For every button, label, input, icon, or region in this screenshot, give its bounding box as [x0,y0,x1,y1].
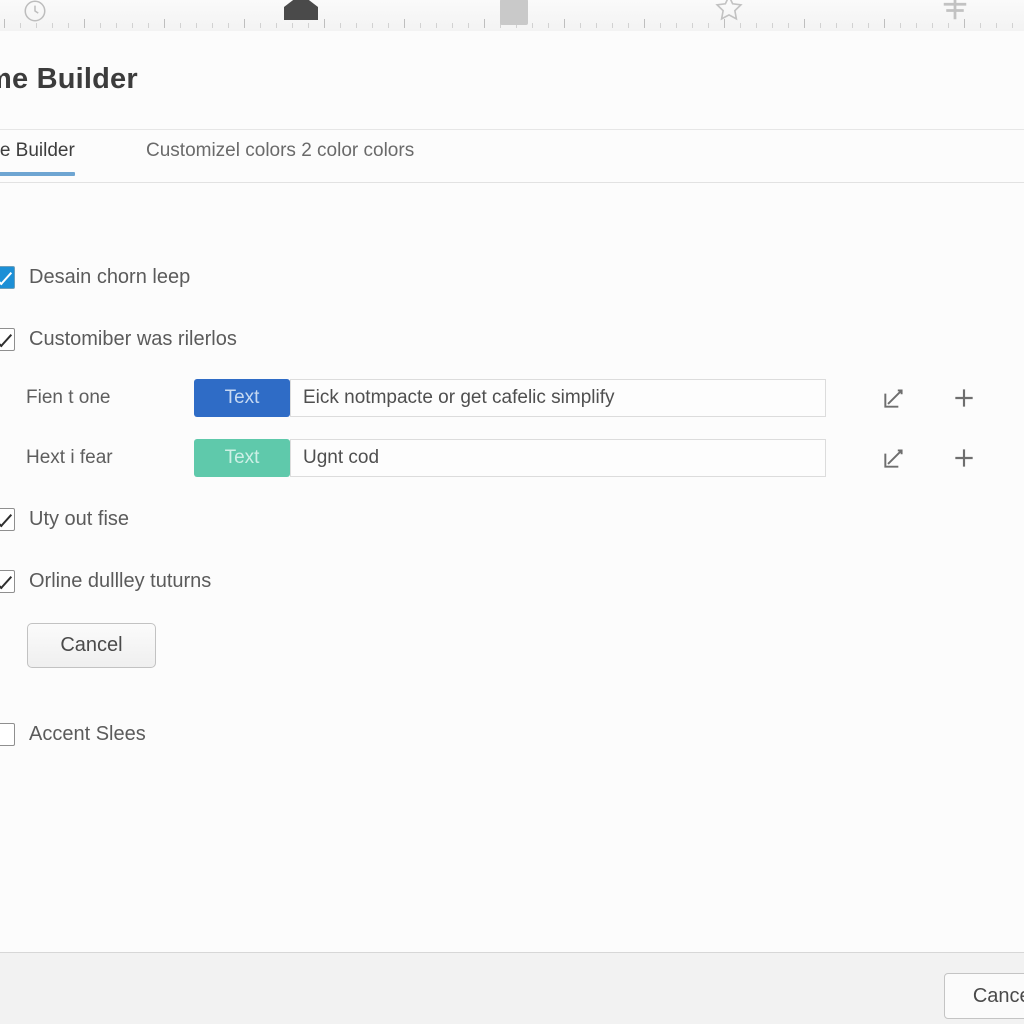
star-icon[interactable] [712,0,746,28]
dialog-footer: Cancel [0,952,1024,1024]
color-row-actions [880,444,978,472]
plus-icon[interactable] [950,384,978,412]
history-icon[interactable] [22,0,48,29]
checkbox-label: Orline dullley tuturns [29,570,212,592]
checkbox-row-design-chorn-leep[interactable]: Desain chorn leep [0,266,190,289]
checkbox-label: Desain chorn leep [29,266,191,288]
checkmark-icon [0,508,13,528]
tab-theme-builder[interactable]: me Builder [0,140,75,176]
color-row-label: Fien t one [26,387,111,408]
color-value-input[interactable]: Eick notmpacte or get cafelic simplify [290,379,826,417]
checkbox-label: Uty out fise [29,508,130,530]
home-marker-icon[interactable] [278,0,324,25]
app-root: me Builder me Builder Customizel colors … [0,0,1024,1024]
page-title: me Builder [0,63,138,95]
checkmark-icon [0,266,13,286]
checkbox-label: Accent Slees [29,723,146,745]
footer-cancel-button[interactable]: Cancel [944,973,1024,1019]
color-swatch-green[interactable]: Text [194,439,290,477]
checkbox-accent-slees[interactable] [0,723,15,746]
square-marker-icon[interactable] [500,0,528,25]
color-row-hext-i-fear: Hext i fear Text Ugnt cod [26,438,978,478]
crosshair-icon[interactable] [938,0,972,28]
tab-bar: me Builder Customizel colors 2 color col… [0,129,1024,183]
checkbox-row-uty-out-fise[interactable]: Uty out fise [0,508,129,531]
color-value-input[interactable]: Ugnt cod [290,439,826,477]
edit-box-icon[interactable] [880,444,908,472]
checkbox-label: Customiber was rilerlos [29,328,237,350]
tab-customize-colors[interactable]: Customizel colors 2 color colors [146,140,414,176]
theme-builder-panel: me Builder me Builder Customizel colors … [0,31,1024,1024]
checkbox-row-customiber-was-rilerlos[interactable]: Customiber was rilerlos [0,328,237,351]
color-swatch-blue[interactable]: Text [194,379,290,417]
checkbox-customiber-was-rilerlos[interactable] [0,328,15,351]
color-row-actions [880,384,978,412]
cancel-button[interactable]: Cancel [27,623,156,668]
ruler-toolbar [0,0,1024,32]
checkbox-orline-dullley-tuturns[interactable] [0,570,15,593]
checkbox-uty-out-fise[interactable] [0,508,15,531]
checkbox-design-chorn-leep[interactable] [0,266,15,289]
color-row-label: Hext i fear [26,447,113,468]
edit-box-icon[interactable] [880,384,908,412]
checkbox-row-orline-dullley-tuturns[interactable]: Orline dullley tuturns [0,570,211,593]
checkmark-icon [0,570,13,590]
color-row-fien-t-one: Fien t one Text Eick notmpacte or get ca… [26,378,978,418]
checkmark-icon [0,328,13,348]
plus-icon[interactable] [950,444,978,472]
checkbox-row-accent-slees[interactable]: Accent Slees [0,723,146,746]
